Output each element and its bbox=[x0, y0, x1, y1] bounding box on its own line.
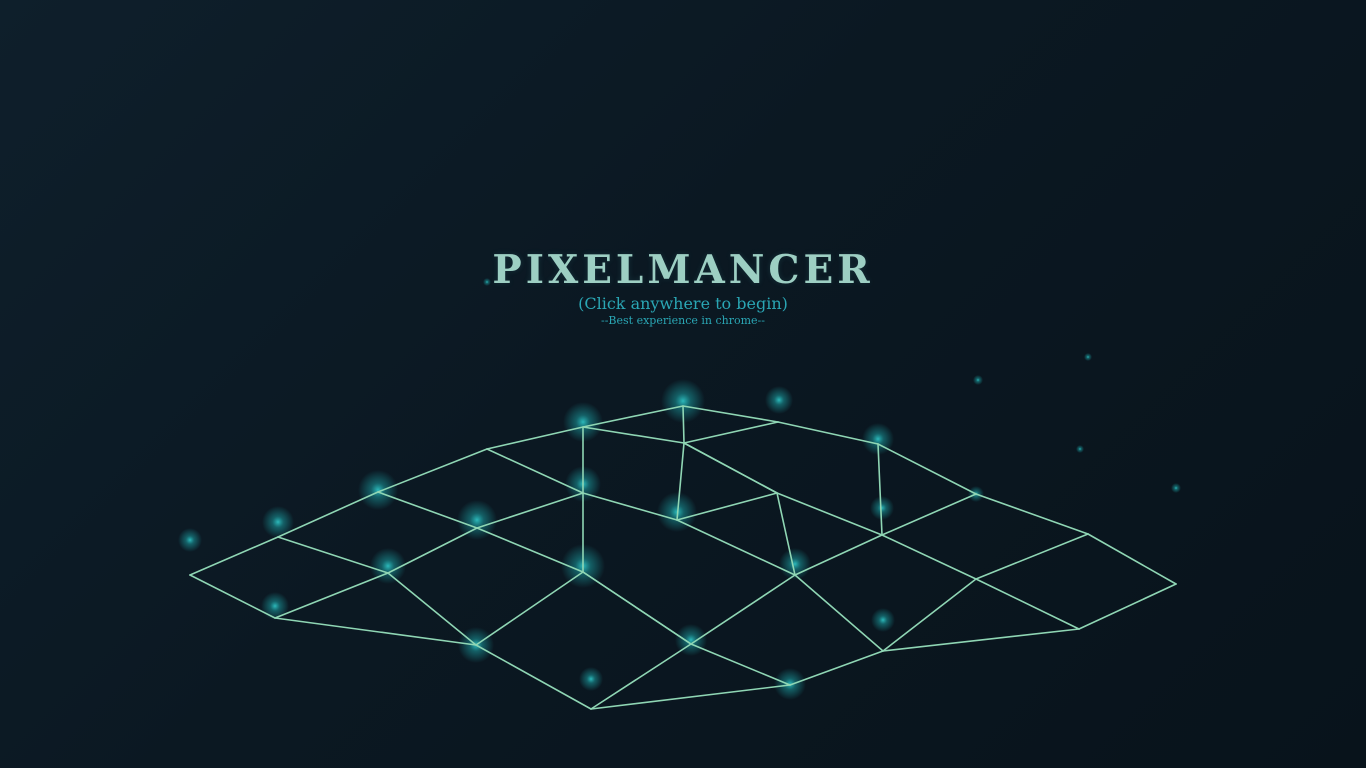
glow-particle bbox=[765, 386, 793, 414]
grid-edge bbox=[975, 578, 1080, 630]
grid-edge bbox=[882, 628, 1080, 652]
grid-edge bbox=[486, 426, 584, 450]
game-title: PIXELMANCER bbox=[492, 247, 874, 293]
grid-edge bbox=[975, 533, 1089, 580]
grid-edge bbox=[486, 448, 584, 494]
grid-edge bbox=[277, 491, 379, 538]
grid-edge bbox=[882, 578, 977, 652]
grid-edge bbox=[777, 421, 879, 445]
glow-particle bbox=[261, 592, 289, 620]
glow-particle bbox=[1084, 353, 1092, 361]
glow-particle bbox=[579, 667, 603, 691]
grid-edge bbox=[776, 492, 883, 536]
grid-edge bbox=[683, 421, 779, 444]
glow-particle bbox=[871, 608, 895, 632]
grid-edge bbox=[794, 574, 884, 652]
grid-edge bbox=[1078, 583, 1177, 630]
wireframe-grid bbox=[189, 405, 1177, 710]
glow-particle bbox=[870, 496, 894, 520]
title-block: PIXELMANCER (Click anywhere to begin) --… bbox=[0, 246, 1366, 328]
grid-edge bbox=[975, 493, 1089, 535]
grid-edge bbox=[475, 571, 584, 646]
glow-particle bbox=[1171, 483, 1181, 493]
grid-edge bbox=[877, 443, 883, 536]
grid-edge bbox=[881, 493, 977, 536]
grid-edge bbox=[682, 405, 685, 444]
start-screen[interactable]: PIXELMANCER (Click anywhere to begin) --… bbox=[0, 0, 1366, 768]
browser-hint: --Best experience in chrome-- bbox=[601, 314, 765, 327]
grid-edge bbox=[683, 442, 778, 494]
glow-particle bbox=[973, 375, 983, 385]
grid-edge bbox=[690, 574, 796, 645]
grid-edge bbox=[881, 534, 977, 580]
grid-edge bbox=[789, 650, 884, 686]
grid-edge bbox=[676, 519, 796, 576]
grid-edge bbox=[690, 643, 791, 686]
grid-edge bbox=[189, 574, 276, 619]
start-prompt: (Click anywhere to begin) bbox=[578, 294, 788, 313]
grid-edge bbox=[1087, 533, 1177, 585]
wireframe-grid-scene bbox=[178, 278, 1181, 710]
grid-edge bbox=[387, 527, 478, 574]
grid-edge bbox=[189, 536, 279, 576]
glow-particle bbox=[262, 506, 294, 538]
grid-edge bbox=[877, 443, 977, 495]
grid-edge bbox=[476, 527, 584, 573]
grid-edge bbox=[377, 448, 488, 493]
glow-particle bbox=[774, 668, 806, 700]
grid-edge bbox=[590, 684, 791, 710]
grid-edge bbox=[475, 644, 592, 710]
grid-edge bbox=[277, 536, 389, 574]
glow-particle bbox=[178, 528, 202, 552]
glow-particle bbox=[358, 470, 398, 510]
grid-edge bbox=[274, 617, 477, 646]
grid-edge bbox=[274, 572, 389, 619]
glow-particle bbox=[1076, 445, 1084, 453]
grid-edge bbox=[582, 571, 692, 645]
